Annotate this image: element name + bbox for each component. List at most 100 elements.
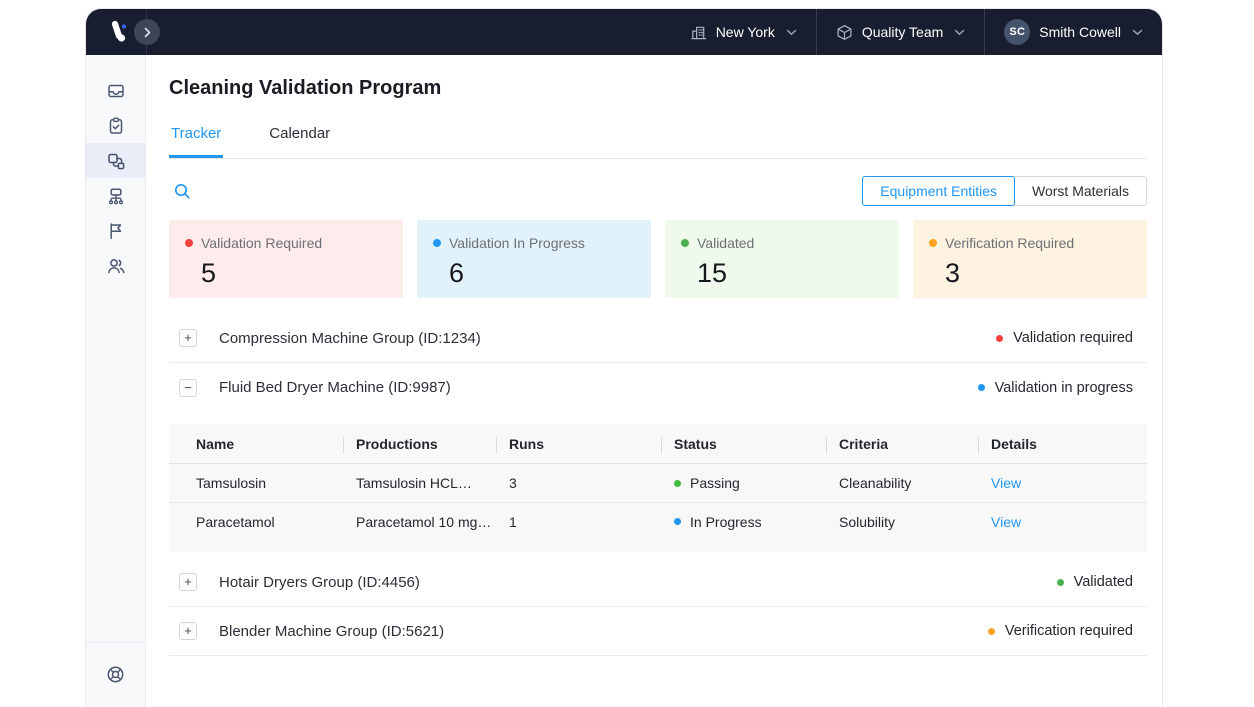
column-header-status: Status [674, 436, 839, 452]
status-dot [1057, 579, 1064, 586]
cell-productions: Paracetamol 10 mg… [356, 514, 509, 530]
table-row: Tamsulosin Tamsulosin HCL… 3 Passing Cle… [169, 464, 1147, 502]
location-selector[interactable]: New York [671, 9, 816, 55]
chevron-down-icon [1132, 29, 1143, 36]
sidebar-expand-button[interactable] [134, 19, 160, 45]
group-status: Verification required [988, 623, 1133, 639]
inbox-icon [106, 81, 126, 101]
group-status: Validation required [996, 330, 1133, 346]
status-dot [185, 239, 193, 247]
workflow-icon [106, 151, 126, 171]
cube-icon [836, 24, 853, 41]
sidebar-item-tasks[interactable] [86, 108, 145, 143]
building-icon [690, 24, 707, 41]
column-header-details: Details [991, 436, 1147, 452]
card-label: Validation Required [201, 235, 322, 251]
card-count: 3 [945, 258, 1131, 289]
status-dot [978, 384, 985, 391]
user-menu[interactable]: SC Smith Cowell [984, 9, 1162, 55]
view-details-link[interactable]: View [991, 475, 1021, 491]
card-label: Verification Required [945, 235, 1074, 251]
group-status: Validated [1057, 574, 1133, 590]
status-dot [674, 480, 681, 487]
cell-status: Passing [674, 475, 839, 491]
group-status-label: Verification required [1005, 623, 1133, 639]
column-header-productions: Productions [356, 436, 509, 452]
status-dot [681, 239, 689, 247]
search-icon [173, 182, 191, 200]
brand-logo-icon [107, 20, 131, 44]
cell-criteria: Solubility [839, 514, 991, 530]
chevron-down-icon [786, 29, 797, 36]
chevron-right-icon [144, 27, 151, 38]
sidebar-item-hierarchy[interactable] [86, 178, 145, 213]
table-header-row: Name Productions Runs Status Criteria De… [169, 424, 1147, 464]
search-button[interactable] [169, 178, 195, 204]
group-name: Hotair Dryers Group (ID:4456) [219, 574, 420, 591]
group-row-compression: Compression Machine Group (ID:1234) Vali… [169, 314, 1147, 363]
chevron-down-icon [954, 29, 965, 36]
sidebar-item-support[interactable] [86, 657, 145, 692]
summary-cards: Validation Required 5 Validation In Prog… [169, 220, 1147, 298]
lifebuoy-icon [105, 664, 126, 685]
cell-criteria: Cleanability [839, 475, 991, 491]
sidebar-item-flags[interactable] [86, 213, 145, 248]
flag-icon [106, 221, 126, 241]
group-name: Fluid Bed Dryer Machine (ID:9987) [219, 379, 451, 396]
top-bar: New York Quality Team SC Smith Cowell [86, 9, 1162, 55]
toggle-worst-materials[interactable]: Worst Materials [1014, 176, 1147, 206]
sidebar-item-team[interactable] [86, 248, 145, 283]
group-status-label: Validated [1074, 574, 1133, 590]
cell-status: In Progress [674, 514, 839, 530]
cell-runs: 1 [509, 514, 674, 530]
card-validation-in-progress: Validation In Progress 6 [417, 220, 651, 298]
status-dot [929, 239, 937, 247]
card-validation-required: Validation Required 5 [169, 220, 403, 298]
sidebar-item-workflows[interactable] [86, 143, 145, 178]
card-count: 15 [697, 258, 883, 289]
group-name: Compression Machine Group (ID:1234) [219, 330, 481, 347]
users-icon [106, 256, 126, 276]
group-name: Blender Machine Group (ID:5621) [219, 623, 444, 640]
tab-tracker[interactable]: Tracker [169, 125, 223, 158]
expand-icon[interactable] [179, 573, 197, 591]
team-label: Quality Team [862, 24, 943, 40]
status-dot [988, 628, 995, 635]
sidebar [86, 55, 146, 707]
validation-table: Name Productions Runs Status Criteria De… [169, 424, 1147, 552]
team-selector[interactable]: Quality Team [816, 9, 984, 55]
controls-row: Equipment Entities Worst Materials [169, 175, 1147, 207]
collapse-icon[interactable] [179, 379, 197, 397]
expand-icon[interactable] [179, 622, 197, 640]
status-dot [996, 335, 1003, 342]
card-label: Validated [697, 235, 754, 251]
hierarchy-icon [106, 186, 126, 206]
toggle-equipment-entities[interactable]: Equipment Entities [862, 176, 1015, 206]
page-title: Cleaning Validation Program [169, 77, 1147, 100]
group-row-fluid-bed: Fluid Bed Dryer Machine (ID:9987) Valida… [169, 363, 1147, 412]
group-status: Validation in progress [978, 380, 1133, 396]
user-name: Smith Cowell [1039, 24, 1121, 40]
main-content: Cleaning Validation Program Tracker Cale… [146, 55, 1162, 707]
table-row: Paracetamol Paracetamol 10 mg… 1 In Prog… [169, 502, 1147, 540]
card-validated: Validated 15 [665, 220, 899, 298]
status-label: Passing [690, 475, 740, 491]
view-details-link[interactable]: View [991, 514, 1021, 530]
column-header-name: Name [196, 436, 356, 452]
avatar: SC [1004, 19, 1030, 45]
expand-icon[interactable] [179, 329, 197, 347]
group-row-blender: Blender Machine Group (ID:5621) Verifica… [169, 607, 1147, 656]
equipment-group-list: Compression Machine Group (ID:1234) Vali… [169, 314, 1147, 656]
cell-name: Paracetamol [196, 514, 356, 530]
tab-calendar[interactable]: Calendar [267, 125, 332, 158]
column-header-runs: Runs [509, 436, 674, 452]
sidebar-item-inbox[interactable] [86, 73, 145, 108]
clipboard-check-icon [106, 116, 126, 136]
app-window: New York Quality Team SC Smith Cowell [85, 8, 1163, 707]
group-status-label: Validation required [1013, 330, 1133, 346]
sidebar-footer [86, 642, 145, 707]
view-toggle: Equipment Entities Worst Materials [862, 176, 1147, 206]
status-dot [433, 239, 441, 247]
group-status-label: Validation in progress [995, 380, 1133, 396]
card-verification-required: Verification Required 3 [913, 220, 1147, 298]
